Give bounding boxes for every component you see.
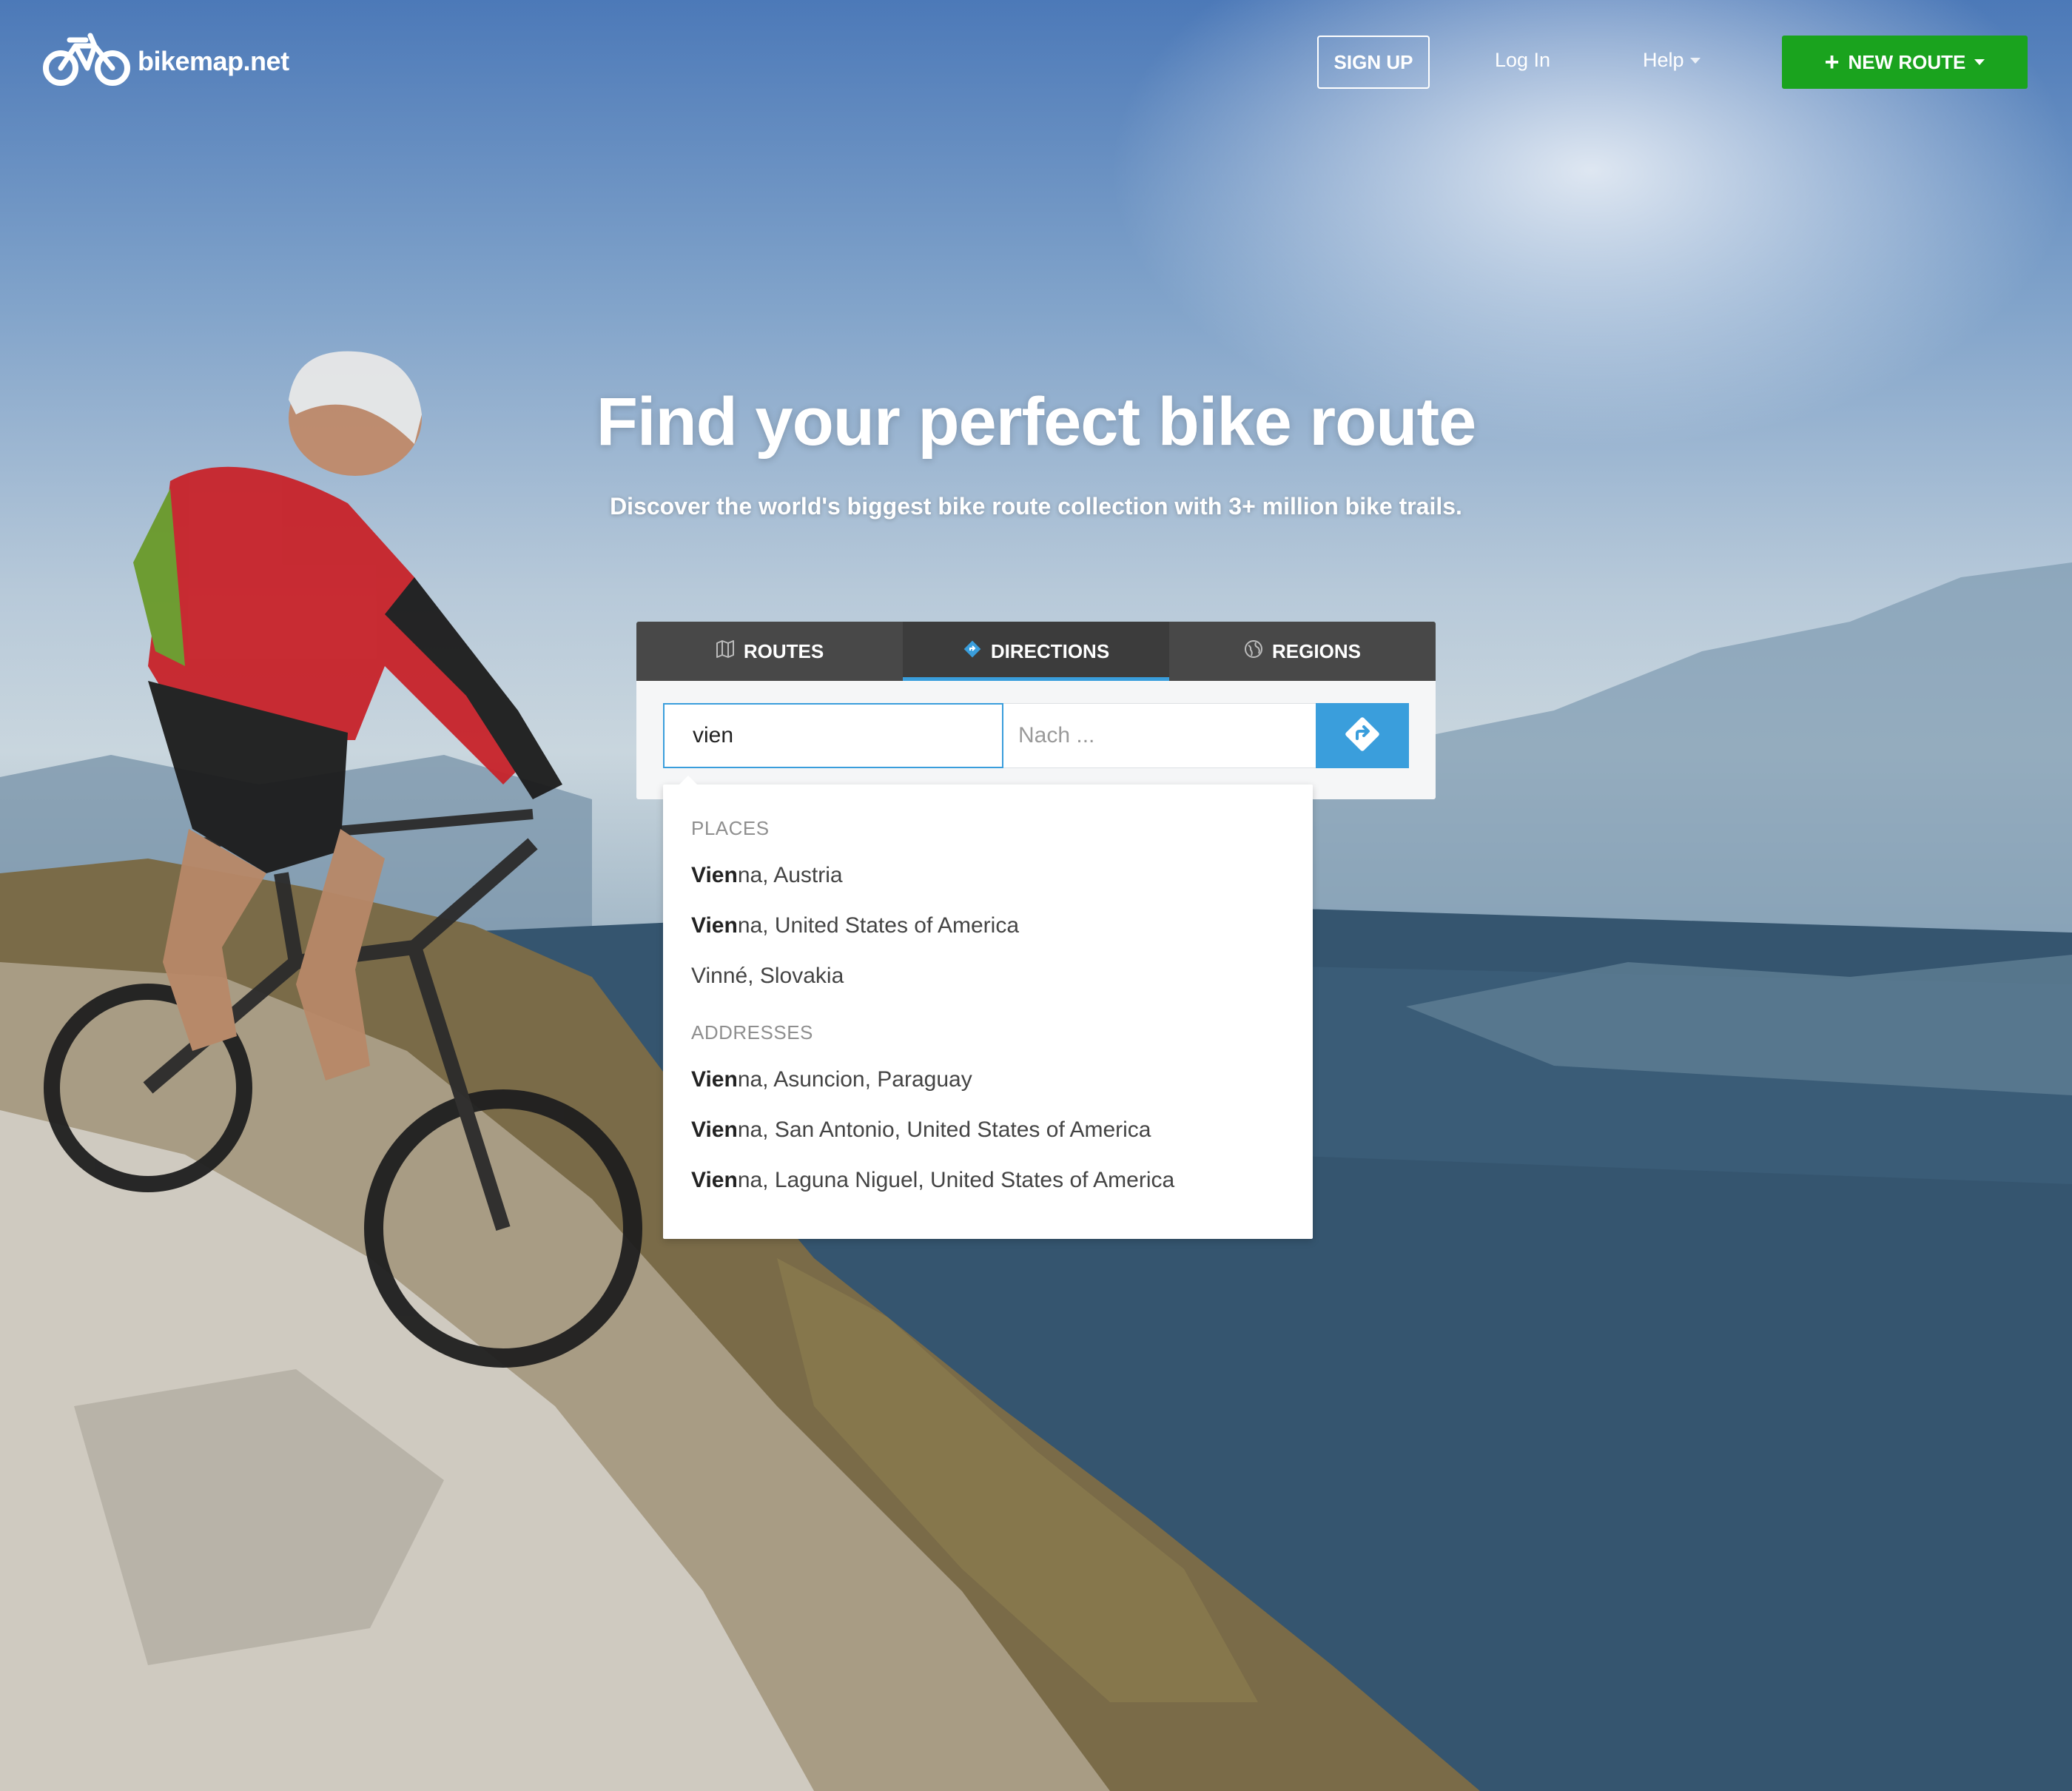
get-directions-button[interactable] — [1316, 703, 1409, 768]
tab-routes[interactable]: ROUTES — [636, 622, 903, 681]
tab-directions-label: DIRECTIONS — [990, 639, 1110, 662]
help-menu[interactable]: Help — [1643, 49, 1701, 72]
new-route-button[interactable]: + NEW ROUTE — [1782, 36, 2028, 89]
chevron-down-icon — [1689, 57, 1701, 64]
tab-regions-label: REGIONS — [1272, 639, 1361, 662]
sign-up-button[interactable]: SIGN UP — [1317, 36, 1430, 89]
to-input[interactable] — [1003, 703, 1317, 768]
places-heading: PLACES — [691, 817, 770, 839]
page-title: Find your perfect bike route — [596, 384, 1477, 460]
directions-icon — [963, 639, 982, 664]
turn-right-arrow-icon — [1343, 715, 1382, 757]
suggestion-item[interactable]: Vienna, United States of America — [691, 913, 1019, 938]
map-icon — [716, 639, 735, 664]
search-tabs: ROUTES DIRECTIONS REGIONS — [636, 622, 1436, 681]
search-form — [636, 681, 1436, 799]
addresses-heading: ADDRESSES — [691, 1021, 813, 1044]
autocomplete-dropdown: PLACES Vienna, Austria Vienna, United St… — [663, 776, 1313, 1239]
tab-regions[interactable]: REGIONS — [1169, 622, 1436, 681]
suggestion-item[interactable]: Vienna, San Antonio, United States of Am… — [691, 1118, 1151, 1143]
tab-routes-label: ROUTES — [743, 639, 824, 662]
bicycle-icon — [43, 30, 130, 93]
suggestion-item[interactable]: Vinné, Slovakia — [691, 964, 844, 989]
bikemap-logo[interactable]: bikemap.net — [43, 30, 289, 93]
new-route-label: NEW ROUTE — [1848, 50, 1966, 73]
logo-text: bikemap.net — [138, 45, 289, 76]
log-in-link[interactable]: Log In — [1495, 49, 1550, 72]
page-subtitle: Discover the world's biggest bike route … — [610, 493, 1462, 520]
suggestion-item[interactable]: Vienna, Austria — [691, 863, 843, 888]
chevron-down-icon — [1974, 59, 1985, 65]
tab-directions[interactable]: DIRECTIONS — [903, 622, 1169, 681]
suggestion-item[interactable]: Vienna, Laguna Niguel, United States of … — [691, 1168, 1174, 1193]
help-label: Help — [1643, 49, 1684, 71]
plus-icon: + — [1824, 48, 1840, 76]
globe-icon — [1244, 639, 1263, 664]
search-panel: ROUTES DIRECTIONS REGIONS — [636, 622, 1436, 799]
suggestion-item[interactable]: Vienna, Asuncion, Paraguay — [691, 1067, 972, 1092]
from-input[interactable] — [663, 703, 1003, 768]
